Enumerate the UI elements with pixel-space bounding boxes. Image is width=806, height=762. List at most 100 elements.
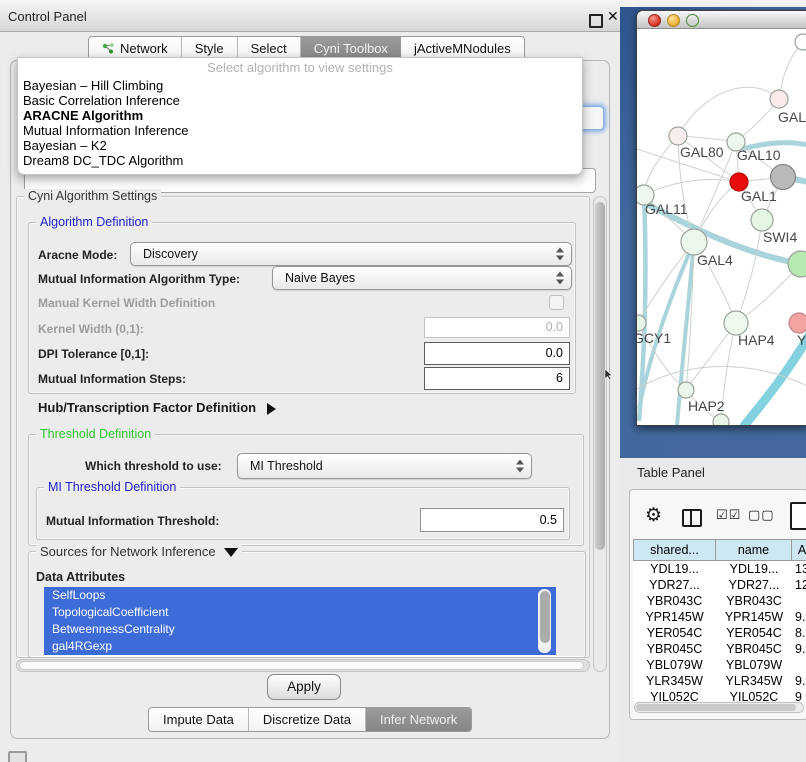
list-item-selected[interactable]: BetweennessCentrality xyxy=(44,621,556,638)
cell[interactable] xyxy=(792,657,806,673)
node-gray[interactable] xyxy=(771,165,796,190)
document-icon[interactable] xyxy=(790,502,806,530)
top-strip xyxy=(620,0,806,7)
list-item-selected[interactable]: gal4RGexp xyxy=(44,638,556,655)
cell[interactable]: YPR145W xyxy=(716,609,792,625)
cell[interactable]: 9 xyxy=(792,689,806,701)
zoom-traffic-light[interactable] xyxy=(686,14,699,27)
node-swi4[interactable] xyxy=(751,209,773,231)
cell[interactable]: YBL079W xyxy=(716,657,792,673)
table-row[interactable]: YPR145WYPR145W9. xyxy=(633,609,806,625)
close-icon[interactable]: ✕ xyxy=(607,8,619,25)
cell[interactable]: 13 xyxy=(792,561,806,577)
show-columns-icon[interactable]: ☑☑ xyxy=(716,507,741,523)
node-gal-cut[interactable] xyxy=(770,90,788,108)
collapse-down-icon xyxy=(224,548,238,557)
cell[interactable]: 9. xyxy=(792,609,806,625)
gear-icon[interactable]: ⚙ xyxy=(645,506,662,525)
aracne-mode-combobox[interactable]: Discovery xyxy=(130,242,572,266)
cell[interactable]: YIL052C xyxy=(633,689,716,701)
cell[interactable]: YBL079W xyxy=(633,657,716,673)
cell[interactable]: YBR043C xyxy=(633,593,716,609)
cell[interactable]: YDR27... xyxy=(633,577,716,593)
apply-button[interactable]: Apply xyxy=(267,674,341,700)
cell[interactable]: 8. xyxy=(792,625,806,641)
node-label: GAL10 xyxy=(737,147,781,163)
which-threshold-combobox[interactable]: MI Threshold xyxy=(237,453,532,479)
menu-item-dream8[interactable]: Dream8 DC_TDC Algorithm xyxy=(18,153,582,168)
node-hap2[interactable] xyxy=(678,382,694,398)
table-row[interactable]: YER054CYER054C8. xyxy=(633,625,806,641)
cell[interactable] xyxy=(792,593,806,609)
table-row[interactable]: YDR27...YDR27...12 xyxy=(633,577,806,593)
network-window-titlebar[interactable] xyxy=(637,11,806,29)
cell[interactable]: YDL19... xyxy=(716,561,792,577)
network-canvas[interactable]: GAL GAL80 GAL10 GAL1 GAL11 SWI4 GAL4 GCY… xyxy=(637,29,806,425)
mouse-cursor xyxy=(604,369,614,381)
column-header-cut[interactable]: A xyxy=(792,539,806,561)
tab-infer-network[interactable]: Infer Network xyxy=(366,708,471,731)
node-green-right[interactable] xyxy=(788,251,806,277)
menu-item-bayesian-hill-climbing[interactable]: Bayesian – Hill Climbing xyxy=(18,78,582,93)
menu-item-bayesian-k2[interactable]: Bayesian – K2 xyxy=(18,138,582,153)
manual-kernel-checkbox[interactable] xyxy=(549,295,564,310)
cell[interactable]: YPR145W xyxy=(633,609,716,625)
dpi-tolerance-input[interactable]: 0.0 xyxy=(424,342,570,365)
kernel-width-input[interactable]: 0.0 xyxy=(424,317,570,338)
node-cut-topright[interactable] xyxy=(795,34,806,50)
column-header-name[interactable]: name xyxy=(716,539,792,561)
sources-collapser[interactable]: Sources for Network Inference xyxy=(36,544,242,559)
node-salmon[interactable] xyxy=(789,313,806,333)
cell[interactable]: YDL19... xyxy=(633,561,716,577)
menu-item-aracne[interactable]: ARACNE Algorithm xyxy=(18,108,582,123)
cell[interactable]: YBR043C xyxy=(716,593,792,609)
mi-threshold-label: Mutual Information Threshold: xyxy=(46,514,219,528)
table-row[interactable]: YBR045CYBR045C9. xyxy=(633,641,806,657)
mi-steps-input[interactable]: 6 xyxy=(424,367,570,390)
settings-vertical-scrollbar[interactable] xyxy=(593,196,607,672)
cell[interactable]: YDR27... xyxy=(716,577,792,593)
cell[interactable]: 9. xyxy=(792,641,806,657)
float-window-icon[interactable] xyxy=(589,14,603,28)
menu-item-mutual-information[interactable]: Mutual Information Inference xyxy=(18,123,582,138)
table-row[interactable]: YBR043CYBR043C xyxy=(633,593,806,609)
close-traffic-light[interactable] xyxy=(648,14,661,27)
column-header-shared[interactable]: shared... xyxy=(633,539,716,561)
table-horizontal-scrollbar[interactable] xyxy=(634,702,804,713)
cell[interactable]: YLR345W xyxy=(716,673,792,689)
node-label: GAL xyxy=(778,109,806,125)
tab-impute-data[interactable]: Impute Data xyxy=(149,708,249,731)
data-attributes-label: Data Attributes xyxy=(36,570,125,584)
table-row[interactable]: YBL079WYBL079W xyxy=(633,657,806,673)
table-row[interactable]: YIL052CYIL052C9 xyxy=(633,689,806,701)
menu-item-basic-correlation[interactable]: Basic Correlation Inference xyxy=(18,93,582,108)
minimize-traffic-light[interactable] xyxy=(667,14,680,27)
tab-label: Impute Data xyxy=(163,712,234,727)
mi-type-combobox[interactable]: Naive Bayes xyxy=(272,266,572,290)
input-value: 0.0 xyxy=(546,320,563,334)
cell[interactable]: YER054C xyxy=(716,625,792,641)
hide-columns-icon[interactable]: ▢▢ xyxy=(748,507,775,523)
cell[interactable]: YIL052C xyxy=(716,689,792,701)
cell[interactable]: 12 xyxy=(792,577,806,593)
hub-definition-expander[interactable]: Hub/Transcription Factor Definition xyxy=(38,400,276,415)
combobox-value: Naive Bayes xyxy=(285,271,355,285)
table-row[interactable]: YDL19...YDL19...13 xyxy=(633,561,806,577)
cell[interactable]: YLR345W xyxy=(633,673,716,689)
settings-horizontal-scrollbar[interactable] xyxy=(16,659,590,672)
node-cut-bottom[interactable] xyxy=(713,414,729,425)
mi-threshold-input[interactable]: 0.5 xyxy=(420,508,564,532)
data-attributes-list: SelfLoops TopologicalCoefficient Between… xyxy=(44,587,556,656)
list-item-selected[interactable]: TopologicalCoefficient xyxy=(44,604,556,621)
attribute-list-scrollbar[interactable] xyxy=(538,589,551,653)
list-item-selected[interactable]: SelfLoops xyxy=(44,587,556,604)
node-gal80[interactable] xyxy=(669,127,687,145)
tab-discretize-data[interactable]: Discretize Data xyxy=(249,708,366,731)
cell[interactable]: YBR045C xyxy=(633,641,716,657)
corner-widget-icon[interactable] xyxy=(8,751,27,762)
cell[interactable]: YER054C xyxy=(633,625,716,641)
cell[interactable]: YBR045C xyxy=(716,641,792,657)
columns-icon[interactable] xyxy=(682,509,702,527)
table-row[interactable]: YLR345WYLR345W9. xyxy=(633,673,806,689)
cell[interactable]: 9. xyxy=(792,673,806,689)
